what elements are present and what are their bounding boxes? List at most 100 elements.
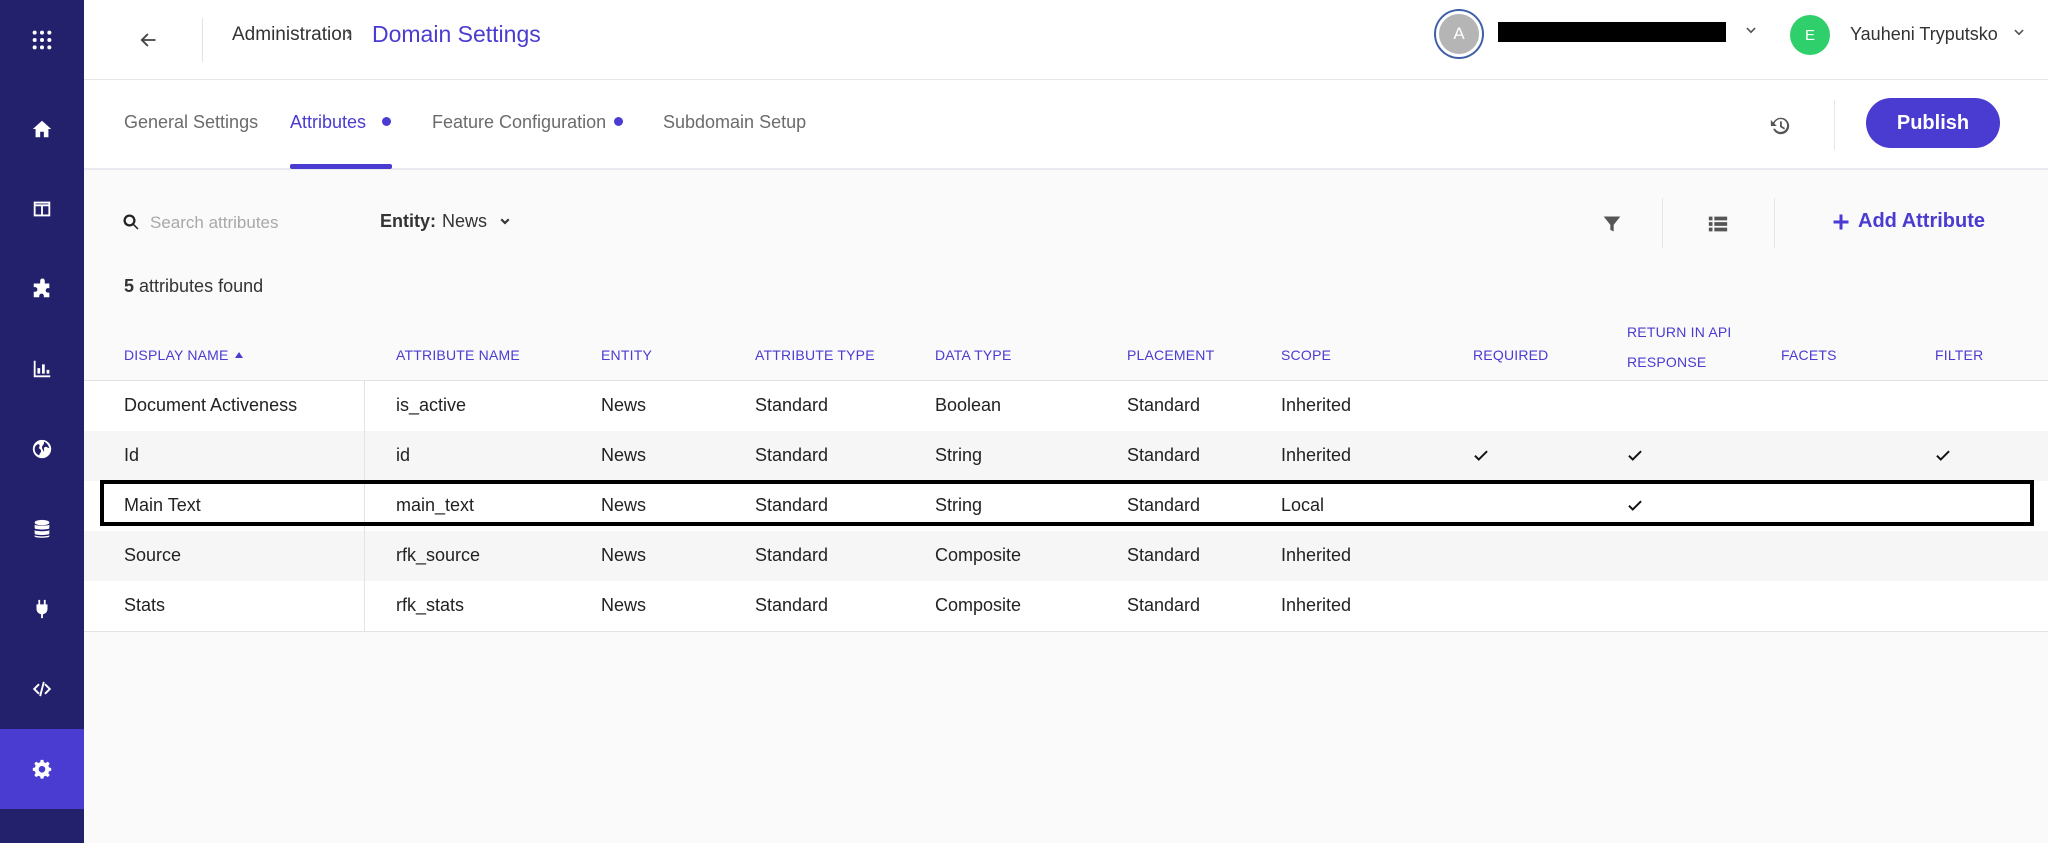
tab-subdomain-setup[interactable]: Subdomain Setup <box>663 112 806 133</box>
return-in-api-check-icon <box>1626 446 1646 466</box>
cell-data-type: String <box>935 495 983 515</box>
cell-attribute-name: rfk_source <box>396 545 481 565</box>
search-icon <box>122 213 144 235</box>
column-header-required[interactable]: Required <box>1473 347 1549 363</box>
cell-display-name: Stats <box>124 595 166 615</box>
tab-bar: General Settings Attributes Feature Conf… <box>84 80 2048 170</box>
user-avatar[interactable]: E <box>1790 15 1830 55</box>
user-menu-toggle[interactable] <box>2012 26 2028 42</box>
table-row[interactable]: Source rfk_source News Standard Composit… <box>84 531 2048 581</box>
cell-attribute-name: id <box>396 445 411 465</box>
entity-filter-dropdown[interactable]: Entity: News <box>380 211 511 232</box>
cell-placement: Standard <box>1127 495 1201 515</box>
cell-entity: News <box>601 595 647 615</box>
toolbar-divider <box>1834 100 1835 150</box>
tab-attributes-dot <box>382 117 391 126</box>
table-row[interactable]: Stats rfk_stats News Standard Composite … <box>84 581 2048 631</box>
tab-feature-configuration-dot <box>614 117 623 126</box>
sidebar-item-layout[interactable] <box>0 169 84 249</box>
apps-grid-icon <box>32 30 52 50</box>
account-menu-toggle[interactable] <box>1744 24 1760 40</box>
chevron-down-icon <box>500 218 510 224</box>
cell-placement: Standard <box>1127 545 1201 565</box>
cell-entity: News <box>601 545 647 565</box>
sidebar-item-home[interactable] <box>0 89 84 169</box>
toolbar-divider <box>1774 198 1775 248</box>
page-title: Domain Settings <box>372 21 541 47</box>
entity-filter-value: News <box>442 211 488 231</box>
back-button[interactable] <box>128 20 168 60</box>
tab-general-settings[interactable]: General Settings <box>124 112 258 133</box>
sidebar-item-developer[interactable] <box>0 649 84 729</box>
code-icon <box>32 681 52 697</box>
table-row[interactable]: Main Text main_text News Standard String… <box>84 481 2048 531</box>
cell-entity: News <box>601 495 647 515</box>
column-header-data-type[interactable]: Data Type <box>935 347 1012 363</box>
column-header-return-in-api-response[interactable]: Return In API Response <box>1627 317 1747 377</box>
cell-attribute-name: rfk_stats <box>396 595 465 615</box>
cell-scope: Inherited <box>1281 395 1352 415</box>
cell-display-name: Id <box>124 445 140 465</box>
sidebar <box>0 0 84 843</box>
cell-placement: Standard <box>1127 595 1201 615</box>
results-count-number: 5 <box>124 276 135 296</box>
breadcrumb-parent[interactable]: Administration <box>232 24 352 46</box>
column-settings-button[interactable] <box>1704 210 1732 238</box>
sidebar-apps-grid[interactable] <box>0 0 84 80</box>
sidebar-item-extensions[interactable] <box>0 249 84 329</box>
account-avatar[interactable]: A <box>1436 11 1482 57</box>
table-row[interactable]: Id id News Standard String Standard Inhe… <box>84 431 2048 481</box>
header-divider <box>202 18 203 62</box>
cell-scope: Inherited <box>1281 595 1352 615</box>
column-header-scope[interactable]: Scope <box>1281 347 1331 363</box>
gear-icon <box>32 759 52 779</box>
results-count-suffix: attributes found <box>139 276 264 296</box>
cell-attribute-type: Standard <box>755 395 829 415</box>
filter-button[interactable] <box>1598 210 1626 238</box>
list-view-icon <box>1708 216 1728 232</box>
cell-attribute-type: Standard <box>755 545 829 565</box>
history-icon <box>1770 117 1790 135</box>
column-header-display-name[interactable]: Display Name <box>124 347 243 363</box>
database-icon <box>34 519 50 538</box>
table-bottom-divider <box>84 631 2048 632</box>
cell-scope: Inherited <box>1281 545 1352 565</box>
sidebar-item-analytics[interactable] <box>0 329 84 409</box>
search-input[interactable] <box>150 208 350 238</box>
plus-icon <box>1833 214 1849 229</box>
return-in-api-check-icon <box>1626 496 1646 516</box>
publish-button[interactable]: Publish <box>1866 98 2000 148</box>
entity-filter-label: Entity: <box>380 211 436 231</box>
user-name[interactable]: Yauheni Tryputsko <box>1850 24 1998 45</box>
sidebar-item-settings[interactable] <box>0 729 84 809</box>
table-row[interactable]: Document Activeness is_active News Stand… <box>84 381 2048 431</box>
tab-attributes[interactable]: Attributes <box>290 112 366 133</box>
bar-chart-icon <box>33 360 51 378</box>
column-header-filter[interactable]: Filter <box>1935 347 1983 363</box>
column-header-entity[interactable]: Entity <box>601 347 652 363</box>
history-button[interactable] <box>1764 110 1796 142</box>
results-count: 5 attributes found <box>124 276 263 297</box>
row-divider <box>364 531 365 581</box>
sidebar-item-connectors[interactable] <box>0 569 84 649</box>
cell-attribute-type: Standard <box>755 495 829 515</box>
cell-scope: Local <box>1281 495 1325 515</box>
sort-ascending-icon <box>234 352 243 358</box>
plug-icon <box>36 599 48 619</box>
account-name-redacted <box>1498 22 1726 42</box>
sidebar-item-global[interactable] <box>0 409 84 489</box>
active-tab-indicator <box>290 164 392 169</box>
cell-scope: Inherited <box>1281 445 1352 465</box>
column-header-facets[interactable]: Facets <box>1781 347 1837 363</box>
column-header-placement[interactable]: Placement <box>1127 347 1214 363</box>
cell-placement: Standard <box>1127 445 1201 465</box>
cell-attribute-type: Standard <box>755 595 829 615</box>
sidebar-item-data[interactable] <box>0 489 84 569</box>
tab-feature-configuration[interactable]: Feature Configuration <box>432 112 606 133</box>
column-header-attribute-type[interactable]: Attribute Type <box>755 347 875 363</box>
row-divider <box>364 431 365 481</box>
cell-display-name: Source <box>124 545 182 565</box>
add-attribute-label: Add Attribute <box>1858 210 1986 232</box>
column-header-attribute-name[interactable]: Attribute Name <box>396 347 520 363</box>
add-attribute-button[interactable]: Add Attribute <box>1832 210 1985 233</box>
